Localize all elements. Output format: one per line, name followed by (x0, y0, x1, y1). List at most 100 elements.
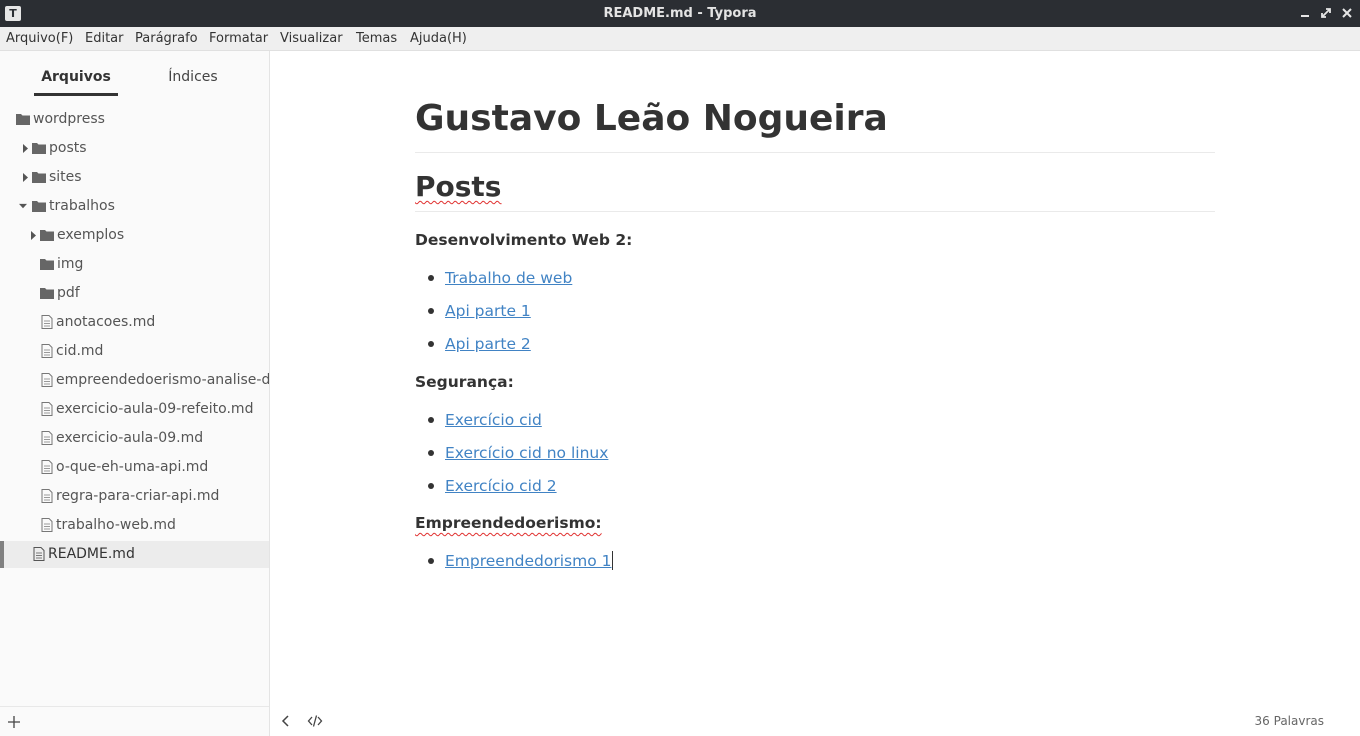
folder-icon (32, 143, 46, 154)
tree-item-label: anotacoes.md (56, 314, 156, 330)
tree-file-regra-para-criar-api[interactable]: regra-para-criar-api.md (0, 483, 269, 510)
tree-folder-img[interactable]: img (0, 251, 269, 278)
chevron-right-icon[interactable] (22, 144, 30, 153)
bullet (428, 558, 434, 564)
bullet (428, 483, 434, 489)
maximize-icon[interactable] (1319, 6, 1333, 20)
minimize-icon[interactable] (1298, 6, 1312, 20)
menu-temas[interactable]: Temas (350, 27, 403, 51)
tree-item-label: trabalhos (49, 198, 115, 214)
chevron-right-icon[interactable] (22, 173, 30, 182)
tree-item-label: img (57, 256, 84, 272)
section-heading[interactable]: Empreendedoerismo: (415, 512, 602, 534)
list-item: Api parte 2 (428, 333, 531, 355)
file-sidebar: Arquivos Índices wordpress posts sites t… (0, 51, 270, 736)
document-heading-2[interactable]: Posts (415, 169, 501, 205)
tree-item-label: README.md (48, 546, 135, 562)
file-icon (41, 489, 53, 503)
tree-folder-pdf[interactable]: pdf (0, 280, 269, 307)
sidebar-footer (0, 706, 269, 736)
tree-item-label: posts (49, 140, 87, 156)
tree-folder-trabalhos[interactable]: trabalhos (0, 193, 269, 220)
tree-folder-exemplos[interactable]: exemplos (0, 222, 269, 249)
close-icon[interactable] (1340, 6, 1354, 20)
folder-icon (40, 259, 54, 270)
link-api-parte-1[interactable]: Api parte 1 (445, 302, 531, 320)
link-empreendedorismo-1[interactable]: Empreendedorismo 1 (445, 552, 611, 570)
bullet (428, 341, 434, 347)
tree-folder-sites[interactable]: sites (0, 164, 269, 191)
link-api-parte-2[interactable]: Api parte 2 (445, 335, 531, 353)
chevron-right-icon[interactable] (30, 231, 38, 240)
bullet (428, 308, 434, 314)
tree-item-label: exemplos (57, 227, 125, 243)
file-icon (41, 402, 53, 416)
folder-icon (40, 288, 54, 299)
file-icon (41, 518, 53, 532)
list-item: Exercício cid 2 (428, 475, 557, 497)
file-icon (33, 547, 45, 561)
bullet (428, 275, 434, 281)
selection-indicator (0, 541, 4, 568)
heading-divider (415, 152, 1215, 153)
tree-item-label: regra-para-criar-api.md (56, 488, 220, 504)
chevron-left-icon[interactable] (278, 713, 294, 729)
list-item: Exercício cid (428, 409, 542, 431)
bullet (428, 417, 434, 423)
tree-item-label: cid.md (56, 343, 104, 359)
active-tab-indicator (34, 93, 118, 96)
tree-folder-posts[interactable]: posts (0, 135, 269, 162)
tree-file-empreendedoerismo[interactable]: empreendedoerismo-analise-de-m (0, 367, 269, 394)
code-icon[interactable] (307, 713, 323, 729)
menu-arquivo[interactable]: Arquivo(F) (0, 27, 79, 51)
markdown-editor[interactable]: Gustavo Leão Nogueira Posts Desenvolvime… (270, 51, 1360, 706)
file-icon (41, 315, 53, 329)
tree-item-label: empreendedoerismo-analise-de-m (56, 372, 269, 388)
tree-file-anotacoes[interactable]: anotacoes.md (0, 309, 269, 336)
tree-file-trabalho-web[interactable]: trabalho-web.md (0, 512, 269, 539)
tree-item-label: exercicio-aula-09.md (56, 430, 204, 446)
tree-file-exercicio-refeito[interactable]: exercicio-aula-09-refeito.md (0, 396, 269, 423)
menu-formatar[interactable]: Formatar (203, 27, 274, 51)
heading-2-text: Posts (415, 170, 502, 203)
file-icon (41, 344, 53, 358)
section-heading[interactable]: Desenvolvimento Web 2: (415, 229, 632, 251)
section-heading-text: Empreendedoerismo: (415, 514, 602, 532)
file-icon (41, 373, 53, 387)
section-heading[interactable]: Segurança: (415, 371, 514, 393)
folder-icon (32, 172, 46, 183)
folder-icon (32, 201, 46, 212)
tree-folder-wordpress[interactable]: wordpress (0, 106, 269, 133)
menu-paragrafo[interactable]: Parágrafo (129, 27, 204, 51)
tree-item-label: sites (49, 169, 82, 185)
tree-item-label: o-que-eh-uma-api.md (56, 459, 209, 475)
tree-file-readme[interactable]: README.md (0, 541, 269, 568)
tree-item-label: wordpress (33, 111, 105, 127)
folder-icon (16, 114, 30, 125)
chevron-down-icon[interactable] (19, 202, 27, 211)
document-heading-1[interactable]: Gustavo Leão Nogueira (415, 97, 1215, 141)
tree-file-cid[interactable]: cid.md (0, 338, 269, 365)
bullet (428, 450, 434, 456)
tab-indices[interactable]: Índices (151, 61, 235, 97)
menu-visualizar[interactable]: Visualizar (274, 27, 349, 51)
list-item: Exercício cid no linux (428, 442, 608, 464)
tree-item-label: trabalho-web.md (56, 517, 176, 533)
tree-file-exercicio[interactable]: exercicio-aula-09.md (0, 425, 269, 452)
link-trabalho-de-web[interactable]: Trabalho de web (445, 269, 572, 287)
status-bar: 36 Palavras (270, 706, 1360, 736)
word-count[interactable]: 36 Palavras (1255, 706, 1324, 736)
tab-arquivos[interactable]: Arquivos (34, 61, 118, 97)
title-bar: T README.md - Typora (0, 0, 1360, 27)
link-exercicio-cid-2[interactable]: Exercício cid 2 (445, 477, 557, 495)
link-exercicio-cid-linux[interactable]: Exercício cid no linux (445, 444, 608, 462)
tree-file-o-que-eh-uma-api[interactable]: o-que-eh-uma-api.md (0, 454, 269, 481)
menu-editar[interactable]: Editar (79, 27, 130, 51)
list-item: Trabalho de web (428, 267, 572, 289)
file-icon (41, 431, 53, 445)
link-exercicio-cid[interactable]: Exercício cid (445, 411, 542, 429)
menu-ajuda[interactable]: Ajuda(H) (404, 27, 473, 51)
plus-icon[interactable] (6, 714, 22, 730)
list-item: Empreendedorismo 1 (428, 550, 614, 572)
window-title: README.md - Typora (603, 6, 757, 21)
